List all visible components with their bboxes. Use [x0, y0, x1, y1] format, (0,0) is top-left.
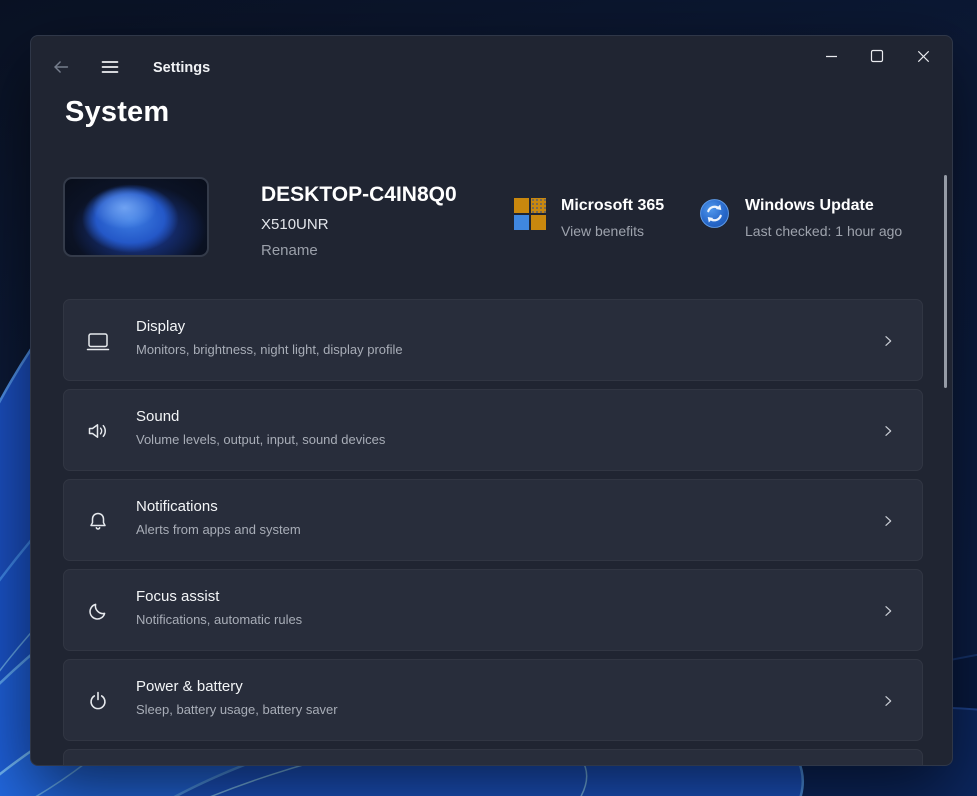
- microsoft-365-title: Microsoft 365: [561, 196, 664, 216]
- settings-row-focus-assist[interactable]: Focus assist Notifications, automatic ru…: [63, 569, 923, 651]
- close-icon: [916, 49, 931, 64]
- view-benefits-link[interactable]: View benefits: [561, 222, 664, 240]
- display-icon: [86, 329, 110, 353]
- navigation-menu-button[interactable]: [93, 53, 127, 83]
- settings-list: Display Monitors, brightness, night ligh…: [63, 299, 923, 766]
- chevron-right-icon: [880, 693, 896, 709]
- settings-window: Settings System DESKTOP-C4IN8Q0 X510UNR …: [30, 35, 953, 766]
- device-name: DESKTOP-C4IN8Q0: [261, 182, 457, 208]
- ms365-square-orange-1: [514, 198, 529, 213]
- device-model: X510UNR: [261, 215, 457, 235]
- windows-update-icon: [699, 198, 730, 240]
- settings-row-sound[interactable]: Sound Volume levels, output, input, soun…: [63, 389, 923, 471]
- back-arrow-icon: [50, 56, 72, 81]
- chevron-right-icon: [880, 603, 896, 619]
- row-subtitle: Notifications, automatic rules: [136, 611, 302, 629]
- app-title: Settings: [153, 36, 210, 100]
- sound-icon: [86, 419, 110, 443]
- window-controls: [808, 36, 946, 76]
- windows-update-status: Last checked: 1 hour ago: [745, 222, 902, 240]
- settings-row-notifications[interactable]: Notifications Alerts from apps and syste…: [63, 479, 923, 561]
- ms365-square-blue: [514, 215, 529, 230]
- minimize-button[interactable]: [808, 36, 854, 76]
- microsoft-365-card[interactable]: Microsoft 365 View benefits: [514, 196, 664, 240]
- maximize-button[interactable]: [854, 36, 900, 76]
- power-icon: [86, 689, 110, 713]
- settings-row-partial[interactable]: [63, 749, 923, 766]
- back-button[interactable]: [44, 53, 78, 83]
- ms365-square-orange-2: [531, 198, 546, 213]
- row-subtitle: Monitors, brightness, night light, displ…: [136, 341, 403, 359]
- hamburger-menu-icon: [100, 57, 120, 80]
- row-title: Focus assist: [136, 587, 219, 607]
- device-info: DESKTOP-C4IN8Q0 X510UNR Rename: [261, 182, 457, 261]
- settings-row-display[interactable]: Display Monitors, brightness, night ligh…: [63, 299, 923, 381]
- device-thumbnail: [63, 177, 209, 257]
- row-subtitle: Alerts from apps and system: [136, 521, 301, 539]
- settings-row-power-battery[interactable]: Power & battery Sleep, battery usage, ba…: [63, 659, 923, 741]
- microsoft-365-icon: [514, 198, 546, 230]
- windows-update-title: Windows Update: [745, 196, 902, 216]
- focus-assist-moon-icon: [86, 599, 110, 623]
- windows-update-card[interactable]: Windows Update Last checked: 1 hour ago: [699, 196, 902, 240]
- row-title: Display: [136, 317, 185, 337]
- titlebar: Settings: [31, 36, 952, 100]
- maximize-icon: [870, 49, 884, 63]
- close-button[interactable]: [900, 36, 946, 76]
- row-title: Notifications: [136, 497, 218, 517]
- page-title: System: [65, 96, 169, 129]
- rename-link[interactable]: Rename: [261, 241, 318, 261]
- chevron-right-icon: [880, 333, 896, 349]
- notifications-bell-icon: [86, 509, 110, 533]
- chevron-right-icon: [880, 423, 896, 439]
- row-subtitle: Volume levels, output, input, sound devi…: [136, 431, 385, 449]
- row-subtitle: Sleep, battery usage, battery saver: [136, 701, 338, 719]
- chevron-right-icon: [880, 513, 896, 529]
- row-title: Power & battery: [136, 677, 243, 697]
- row-title: Sound: [136, 407, 179, 427]
- ms365-square-orange-3: [531, 215, 546, 230]
- minimize-icon: [824, 49, 839, 64]
- scrollbar-thumb[interactable]: [944, 175, 947, 388]
